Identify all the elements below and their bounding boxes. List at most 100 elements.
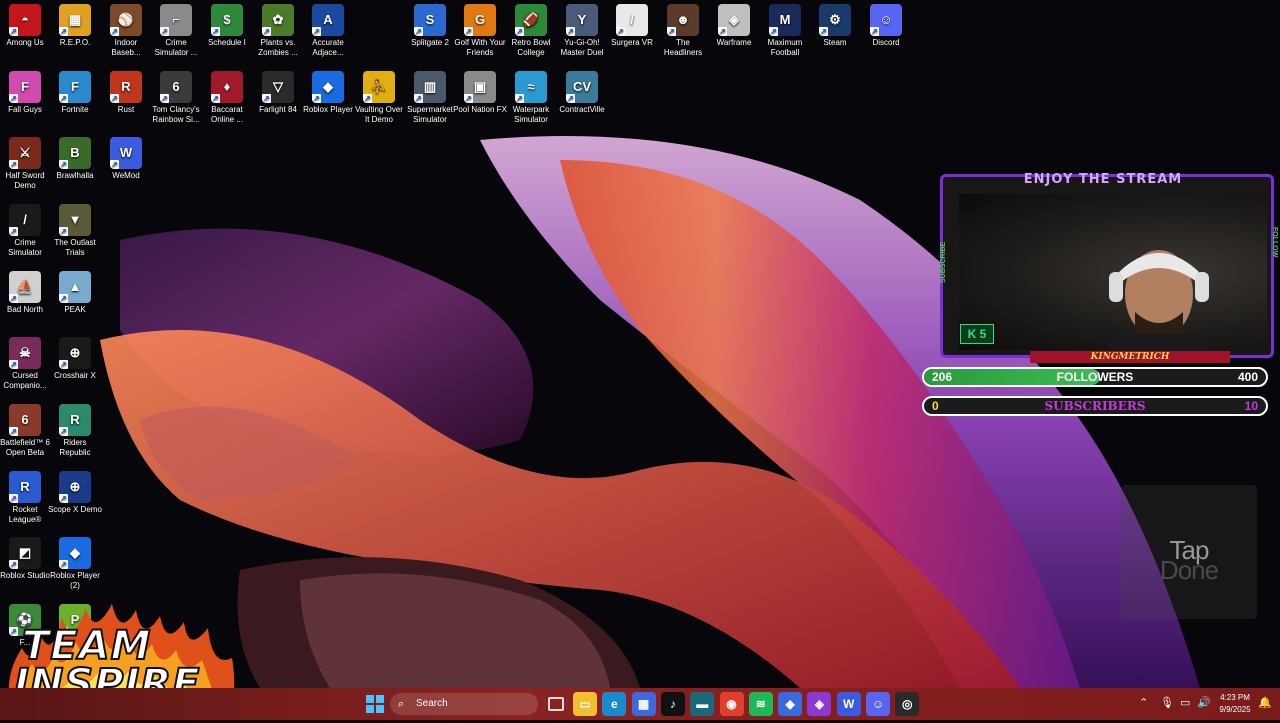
shortcut-arrow-icon: ↗ (9, 427, 18, 436)
shortcut-arrow-icon: ↗ (262, 94, 271, 103)
desktop-icon-label: Supermarket Simulator (407, 105, 453, 124)
desktop-icon[interactable]: M ↗ Maximum Football (758, 4, 812, 58)
desktop-icon[interactable]: ⛹ ↗ Vaulting Over It Demo (352, 71, 406, 125)
taskbar-search[interactable]: ⌕ Search (390, 693, 538, 715)
desktop-icon-label: Farlight 84 (259, 105, 297, 114)
desktop-icon[interactable]: 6 ↗ Battlefield™ 6 Open Beta (0, 404, 52, 458)
taskbar-app-discord[interactable]: ☺ (866, 692, 890, 716)
microphone-icon[interactable]: 🎙 (1160, 696, 1174, 709)
desktop-icon[interactable]: / ↗ Surgera VR (605, 4, 659, 48)
shortcut-arrow-icon: ↗ (110, 94, 119, 103)
desktop-icon[interactable]: 🏈 ↗ Retro Bowl College (504, 4, 558, 58)
desktop-icon[interactable]: $ ↗ Schedule I (200, 4, 254, 48)
taskbar-app-spotify[interactable]: ≋ (748, 692, 773, 716)
desktop-icon[interactable]: W ↗ WeMod (99, 137, 153, 181)
desktop-icon[interactable]: CV ↗ ContractVille (555, 71, 609, 115)
shortcut-arrow-icon: ↗ (9, 494, 18, 503)
network-icon[interactable]: ▭ (1180, 696, 1190, 709)
discord-icon: ☺ (871, 697, 885, 711)
taskbar-app-wemod[interactable]: W (836, 692, 861, 716)
app-icon: G ↗ (464, 4, 496, 36)
desktop-icon[interactable]: / ↗ Crime Simulator (0, 204, 52, 258)
taskbar-app-tiktok[interactable]: ♪ (660, 692, 685, 716)
app-teal-icon: ▬ (696, 697, 709, 711)
taskbar-app-chrome[interactable]: ◉ (719, 692, 744, 716)
desktop-icon[interactable]: ▣ ↗ Pool Nation FX (453, 71, 507, 115)
desktop-icon[interactable]: ▦ ↗ R.E.P.O. (48, 4, 102, 48)
app-icon: ⛹ ↗ (363, 71, 395, 103)
desktop-icon[interactable]: ◩ ↗ Roblox Studio (0, 537, 52, 581)
desktop-icon[interactable]: A ↗ Accurate Adjace... (301, 4, 355, 58)
desktop-icon[interactable]: ▥ ↗ Supermarket Simulator (403, 71, 457, 125)
desktop-icon[interactable]: R ↗ Rocket League® (0, 471, 52, 525)
desktop-icon[interactable]: ▲ ↗ PEAK (48, 271, 102, 315)
taskbar-app-edge[interactable]: e (602, 692, 627, 716)
shortcut-arrow-icon: ↗ (464, 27, 473, 36)
desktop-icon[interactable]: Y ↗ Yu-Gi-Oh! Master Duel (555, 4, 609, 58)
desktop-icon[interactable]: ⊕ ↗ Crosshair X (48, 337, 102, 381)
desktop-icon[interactable]: 6 ↗ Tom Clancy's Rainbow Si... (149, 71, 203, 125)
taskbar-app-store[interactable]: ▦ (631, 692, 656, 716)
taskbar-clock[interactable]: 4:23 PM 9/9/2025 (1214, 692, 1256, 716)
desktop-icon[interactable]: ◈ ↗ Warframe (707, 4, 761, 48)
taskbar-app-obs[interactable]: ◎ (895, 692, 920, 716)
subscribe-side-label: SUBSCRIBE (940, 241, 947, 283)
app-icon: ☠ ↗ (9, 337, 41, 369)
taskbar-app-roblox[interactable]: ◆ (778, 692, 803, 716)
app-purple-icon: ◈ (814, 697, 824, 711)
app-icon: / ↗ (9, 204, 41, 236)
desktop-icon[interactable]: ✿ ↗ Plants vs. Zombies ... (251, 4, 305, 58)
desktop-icon[interactable]: ⚔ ↗ Half Sword Demo (0, 137, 52, 191)
shortcut-arrow-icon: ↗ (464, 94, 473, 103)
tap-widget[interactable]: Tap Done (1121, 485, 1257, 619)
desktop-icon[interactable]: R ↗ Rust (99, 71, 153, 115)
desktop-icon[interactable]: F ↗ Fortnite (48, 71, 102, 115)
desktop-icon[interactable]: ⛵ ↗ Bad North (0, 271, 52, 315)
desktop-icon[interactable]: ⚙ ↗ Steam (808, 4, 862, 48)
desktop-icon-label: Accurate Adjace... (312, 38, 344, 57)
chevron-up-icon[interactable]: ⌃ (1139, 696, 1148, 709)
desktop-icon[interactable]: ☻ ↗ The Headliners (656, 4, 710, 58)
shortcut-arrow-icon: ↗ (59, 27, 68, 36)
desktop-icon[interactable]: ☺ ↗ Discord (859, 4, 913, 48)
desktop-icon[interactable]: ▼ ↗ The Outlast Trials (48, 204, 102, 258)
desktop-icon[interactable]: G ↗ Golf With Your Friends (453, 4, 507, 58)
app-icon: $ ↗ (211, 4, 243, 36)
tiktok-icon: ♪ (669, 697, 676, 711)
desktop-icon-label: Roblox Studio (0, 571, 50, 580)
desktop-icon-label: Maximum Football (767, 38, 803, 57)
desktop-icon[interactable]: S ↗ Splitgate 2 (403, 4, 457, 48)
desktop-icon-label: Cursed Companio... (3, 371, 47, 390)
start-button[interactable] (363, 692, 387, 716)
desktop-icon[interactable]: R ↗ Riders Republic (48, 404, 102, 458)
desktop-icon[interactable]: ⚾ ↗ Indoor Baseb... (99, 4, 153, 58)
desktop-icon[interactable]: ⌐ ↗ Crime Simulator ... (149, 4, 203, 58)
desktop-icon[interactable]: ◆ ↗ Roblox Player (2) (48, 537, 102, 591)
app-icon: ▦ ↗ (59, 4, 91, 36)
desktop-icon[interactable]: ≈ ↗ Waterpark Simulator (504, 71, 558, 125)
shortcut-arrow-icon: ↗ (769, 27, 778, 36)
app-icon: 6 ↗ (160, 71, 192, 103)
taskbar-app-app-teal[interactable]: ▬ (690, 692, 715, 716)
desktop-icon[interactable]: ⊕ ↗ Scope X Demo (48, 471, 102, 515)
desktop-icon-label: The Outlast Trials (54, 238, 96, 257)
kick-badge: K 5 (960, 324, 994, 344)
task-view-button[interactable] (544, 692, 568, 716)
desktop-icon[interactable]: ♦ ↗ Baccarat Online ... (200, 71, 254, 125)
volume-icon[interactable]: 🔊 (1197, 696, 1211, 709)
taskbar-app-app-purple[interactable]: ◈ (807, 692, 832, 716)
desktop-icon[interactable]: ◓ ↗ Among Us (0, 4, 52, 48)
desktop-icon-label: Vaulting Over It Demo (355, 105, 403, 124)
app-icon: R ↗ (110, 71, 142, 103)
subscribers-label: SUBSCRIBERS (1044, 399, 1146, 413)
desktop-icon[interactable]: ☠ ↗ Cursed Companio... (0, 337, 52, 391)
app-icon: ✿ ↗ (262, 4, 294, 36)
subscribers-goal: 10 (1244, 399, 1258, 413)
desktop-icon[interactable]: F ↗ Fall Guys (0, 71, 52, 115)
taskbar-app-file-explorer[interactable]: ▭ (573, 692, 597, 716)
desktop-icon[interactable]: ◆ ↗ Roblox Player (301, 71, 355, 115)
desktop-icon-label: Crime Simulator ... (154, 38, 198, 57)
notification-icon[interactable]: 🔔 (1258, 696, 1272, 709)
desktop-icon[interactable]: ▽ ↗ Farlight 84 (251, 71, 305, 115)
desktop-icon[interactable]: B ↗ Brawlhalla (48, 137, 102, 181)
